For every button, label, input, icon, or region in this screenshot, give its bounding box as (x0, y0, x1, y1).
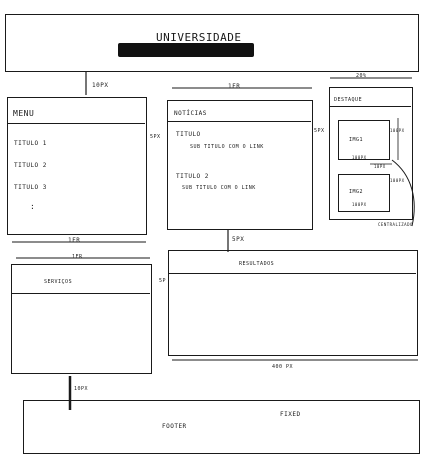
header-gap-label: 10PX (92, 82, 109, 89)
destaque-gap-label: 10PX (374, 164, 386, 169)
services-results-gap-label: 5P (159, 278, 167, 284)
news-dest-gap-label: 5PX (314, 128, 325, 134)
destaque-width-label: 20% (356, 73, 367, 79)
destaque-image-1-h: 100PX (390, 128, 405, 133)
destaque-image-2-label: IMG2 (349, 189, 364, 195)
footer-box: FOOTER FIXED (23, 400, 420, 454)
footer-title: FOOTER (162, 423, 187, 430)
services-title: SERVIÇOS (44, 279, 73, 285)
news-divider (168, 121, 311, 122)
news-box: NOTÍCIAS TITULO SUB TITULO COM O LINK TI… (167, 100, 313, 230)
destaque-image-1-label: IMG1 (349, 137, 364, 143)
results-width-label: 400 PX (272, 364, 294, 370)
results-title: RESULTADOS (239, 261, 275, 267)
services-divider (12, 293, 150, 294)
news-item-1-sub[interactable]: SUB TITULO COM O LINK (190, 144, 264, 150)
news-width-label: 1FR (228, 83, 241, 90)
menu-width-label: 1FR (68, 237, 81, 244)
results-divider (169, 273, 416, 274)
menu-more: : (30, 202, 36, 211)
destaque-title: DESTAQUE (334, 97, 363, 103)
news-item-1-title[interactable]: TITULO (176, 131, 201, 138)
footer-gap-label: 10PX (74, 386, 89, 392)
redacted-block (118, 43, 254, 57)
destaque-image-2-w: 100PX (352, 202, 367, 207)
news-item-2-sub[interactable]: SUB TITULO COM O LINK (182, 185, 256, 191)
services-width-label: 1FR (72, 254, 83, 260)
row-gap-label: 5PX (232, 236, 245, 243)
destaque-divider (330, 106, 411, 107)
footer-note: FIXED (280, 411, 301, 418)
results-box: RESULTADOS (168, 250, 418, 356)
news-title: NOTÍCIAS (174, 110, 207, 117)
news-item-2-title[interactable]: TITULO 2 (176, 173, 209, 180)
menu-item-3[interactable]: TITULO 3 (14, 184, 47, 191)
menu-item-2[interactable]: TITULO 2 (14, 162, 47, 169)
destaque-box: DESTAQUE IMG1 100PX 100PX IMG2 100PX 100… (329, 87, 413, 220)
menu-item-1[interactable]: TITULO 1 (14, 140, 47, 147)
destaque-image-2-h: 100PX (390, 178, 405, 183)
menu-divider (8, 123, 145, 124)
menu-news-gap-label: 5PX (150, 134, 161, 140)
destaque-image-1[interactable]: IMG1 (338, 120, 390, 160)
menu-box: MENU TITULO 1 TITULO 2 TITULO 3 : (7, 97, 147, 235)
services-box: SERVIÇOS (11, 264, 152, 374)
centralizado-note: CENTRALIZADO (378, 222, 413, 227)
header-box: UNIVERSIDADE (5, 14, 419, 72)
menu-title: MENU (13, 109, 35, 118)
destaque-image-1-w: 100PX (352, 155, 367, 160)
